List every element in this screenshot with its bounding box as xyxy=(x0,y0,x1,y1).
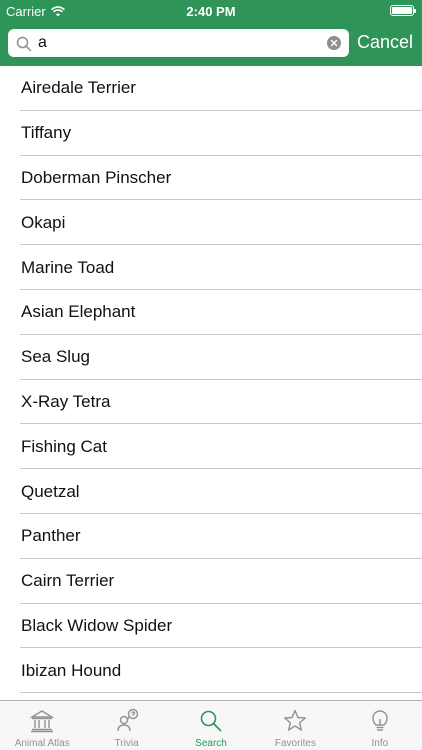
search-field[interactable] xyxy=(8,29,349,57)
trivia-icon xyxy=(116,708,138,732)
search-input[interactable] xyxy=(38,29,318,57)
list-item[interactable]: Fishing Cat xyxy=(0,424,422,469)
tab-animal-atlas[interactable]: Animal Atlas xyxy=(0,701,84,750)
search-icon xyxy=(16,36,32,52)
star-icon xyxy=(284,709,307,731)
tab-bar: Animal Atlas Trivia Search Favorites Inf… xyxy=(0,700,422,750)
list-item[interactable]: Marine Toad xyxy=(0,245,422,290)
list-item[interactable]: X-Ray Tetra xyxy=(0,380,422,425)
tab-label: Search xyxy=(195,738,227,749)
list-item[interactable]: Tiffany xyxy=(0,111,422,156)
list-item[interactable]: Airedale Terrier xyxy=(0,66,422,111)
lightbulb-icon xyxy=(372,710,388,731)
tab-label: Animal Atlas xyxy=(14,738,70,749)
tab-label: Favorites xyxy=(274,738,316,749)
tab-info[interactable]: Info xyxy=(338,701,422,750)
list-item[interactable]: Panther xyxy=(0,514,422,559)
list-item[interactable]: Asian Elephant xyxy=(0,290,422,335)
cancel-button[interactable]: Cancel xyxy=(357,32,413,53)
list-item[interactable]: Ibizan Hound xyxy=(0,648,422,693)
status-time: 2:40 PM xyxy=(186,4,236,19)
header-bar: Carrier 2:40 PM Cancel xyxy=(0,0,422,66)
list-item[interactable]: Quetzal xyxy=(0,469,422,514)
list-item[interactable]: Sea Slug xyxy=(0,335,422,380)
tab-label: Trivia xyxy=(114,738,139,749)
search-icon xyxy=(200,710,222,732)
list-item[interactable]: Doberman Pinscher xyxy=(0,156,422,201)
museum-icon xyxy=(29,710,55,733)
list-item[interactable]: Black Widow Spider xyxy=(0,604,422,649)
tab-favorites[interactable]: Favorites xyxy=(253,701,337,750)
tab-trivia[interactable]: Trivia xyxy=(84,701,168,750)
list-item[interactable]: Okapi xyxy=(0,200,422,245)
tab-label: Info xyxy=(371,738,389,749)
search-results-list: Airedale Terrier Tiffany Doberman Pinscher… xyxy=(0,66,422,693)
tab-search[interactable]: Search xyxy=(169,701,253,750)
status-bar: Carrier 2:40 PM xyxy=(0,0,422,22)
battery-icon xyxy=(390,5,416,16)
list-item[interactable]: Cairn Terrier xyxy=(0,559,422,604)
clear-search-icon[interactable] xyxy=(327,36,341,50)
